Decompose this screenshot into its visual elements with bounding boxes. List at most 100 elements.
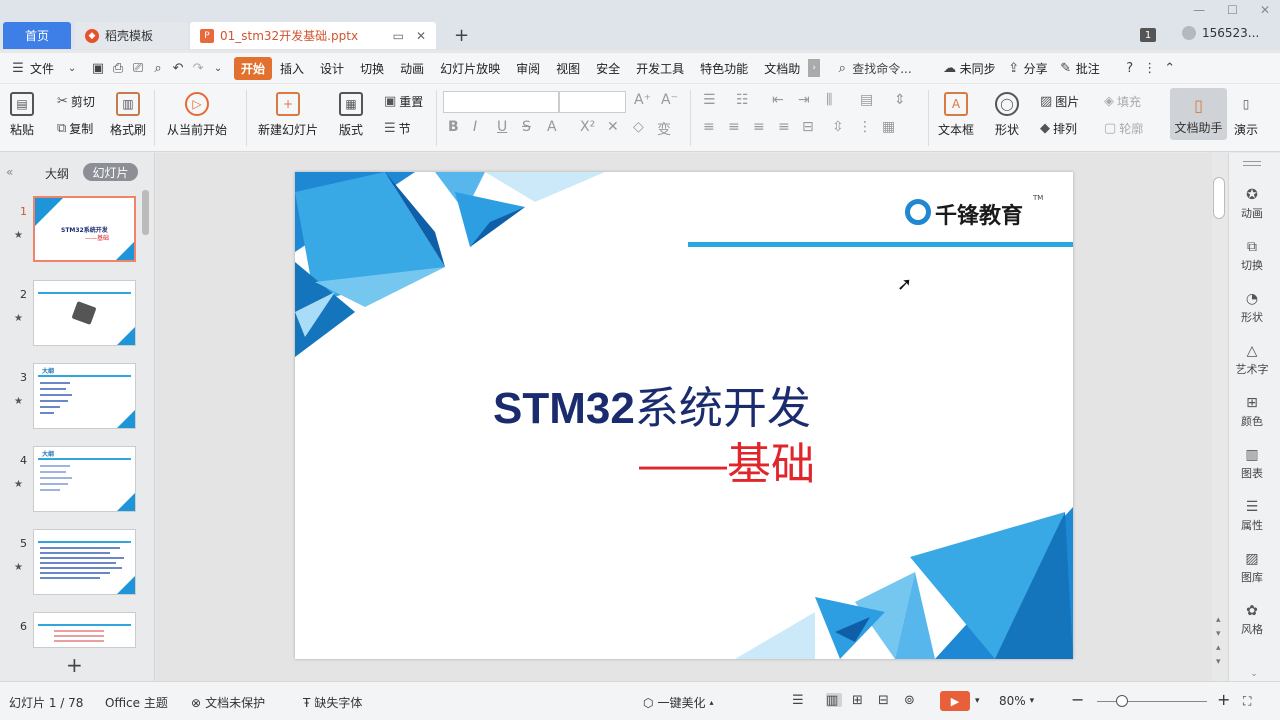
share-button[interactable]: 分享 [1024, 60, 1056, 77]
vertical-align-icon[interactable]: ⇳ [832, 119, 844, 135]
menu-tab[interactable]: 开始 [234, 56, 273, 80]
export-icon[interactable]: ⎙ [108, 61, 128, 76]
numbering-icon[interactable]: ☷ [736, 92, 749, 108]
slide-title[interactable]: STM32系统开发 [493, 372, 811, 436]
shrink-font-icon[interactable]: A⁻ [661, 92, 678, 108]
side-wordart[interactable]: △ 艺术字 [1229, 343, 1275, 377]
comment-button[interactable]: 批注 [1076, 60, 1108, 77]
more-icon[interactable]: ⋮ [1140, 61, 1160, 76]
hamburger-icon[interactable]: ☰ [8, 61, 28, 76]
font-color-icon[interactable]: A [547, 119, 557, 135]
new-slide-button[interactable]: + 新建幻灯片 [258, 92, 318, 138]
decrease-indent-icon[interactable]: ⇤ [772, 92, 784, 108]
scroll-arrows[interactable]: ▴ ▾ ▴ ▾ [1216, 613, 1221, 669]
bold-icon[interactable]: B [448, 119, 459, 135]
textbox-button[interactable]: A 文本框 [938, 92, 974, 138]
slide-subtitle[interactable]: ——基础 [639, 428, 815, 492]
align-right-icon[interactable]: ≡ [753, 119, 765, 135]
save-icon[interactable]: ▣ [88, 61, 108, 76]
columns-icon[interactable]: ▤ [860, 92, 873, 108]
phonetic-icon[interactable]: 变 [657, 119, 671, 139]
reading-view-icon[interactable]: ⊟ [878, 693, 894, 708]
underline-icon[interactable]: U [497, 119, 507, 135]
side-color[interactable]: ⊞ 颜色 [1229, 395, 1275, 429]
zoom-in-icon[interactable]: + [1217, 690, 1230, 709]
picture-button[interactable]: ▨ 图片 [1040, 93, 1079, 110]
present-button[interactable]: ▯ 演示 [1234, 92, 1258, 138]
add-slide-button[interactable]: + [66, 653, 83, 677]
restore-tab-icon[interactable]: ▭ [393, 29, 404, 43]
slide-thumbnail-3[interactable]: 大纲 [33, 363, 136, 429]
menu-tab[interactable]: 文档助 [756, 60, 808, 77]
zoom-slider[interactable] [1097, 701, 1207, 702]
bullets-icon[interactable]: ☰ [703, 92, 716, 108]
close-tab-icon[interactable]: ✕ [416, 29, 426, 43]
tab-home[interactable]: 首页 [3, 22, 71, 49]
command-search[interactable]: 查找命令... [852, 60, 919, 77]
eraser-icon[interactable]: ◇ [633, 119, 644, 135]
minimize-icon[interactable]: — [1193, 3, 1205, 17]
menu-tab[interactable]: 插入 [272, 60, 312, 77]
more-tabs-icon[interactable]: › [808, 59, 821, 77]
chevron-down-icon[interactable]: ⌄ [62, 63, 82, 74]
chevron-down-icon[interactable]: ▾ [975, 696, 980, 706]
canvas-scrollbar[interactable] [1213, 177, 1225, 219]
side-gallery[interactable]: ▨ 图库 [1229, 551, 1275, 585]
outline-button[interactable]: ▢ 轮廓 [1104, 120, 1143, 137]
align-center-icon[interactable]: ≡ [728, 119, 740, 135]
account[interactable]: 156523... [1182, 26, 1259, 40]
side-transition[interactable]: ⧉ 切换 [1229, 239, 1275, 273]
collapse-ribbon-icon[interactable]: ⌃ [1160, 61, 1180, 76]
align-left-icon[interactable]: ≡ [703, 119, 715, 135]
menu-file[interactable]: 文件 [28, 60, 62, 77]
help-icon[interactable]: ? [1120, 61, 1140, 76]
font-size-combo[interactable] [559, 91, 626, 113]
sync-status[interactable]: 未同步 [960, 60, 1004, 77]
tab-template[interactable]: ◆ 稻壳模板 [75, 22, 188, 49]
menu-tab[interactable]: 开发工具 [628, 60, 692, 77]
section-button[interactable]: ☰ 节 [384, 120, 411, 137]
notes-icon[interactable]: ☰ [792, 693, 808, 708]
theme-name[interactable]: Office 主题 [105, 694, 168, 711]
menu-tab[interactable]: 审阅 [508, 60, 548, 77]
presenter-view-icon[interactable]: ⊚ [904, 693, 920, 708]
close-window-icon[interactable]: ✕ [1260, 3, 1270, 17]
thumbnails-scrollbar[interactable] [142, 190, 149, 235]
from-current-button[interactable]: ▷ 从当前开始 [167, 92, 227, 138]
copy-button[interactable]: ⧉ 复制 [57, 120, 93, 137]
print-icon[interactable]: ⎚ [128, 61, 148, 76]
zoom-level[interactable]: 80% ▾ [999, 694, 1034, 708]
menu-tab[interactable]: 设计 [312, 60, 352, 77]
new-tab-button[interactable]: + [454, 25, 469, 46]
line-spacing-icon[interactable]: ⇕ [894, 92, 906, 108]
increase-indent-icon[interactable]: ⇥ [798, 92, 810, 108]
document-protection[interactable]: ⊗ 文档未保护 [191, 694, 265, 711]
slide-thumbnail-6[interactable] [33, 612, 136, 648]
smart-art-icon[interactable]: ▦ [882, 119, 895, 135]
zoom-out-icon[interactable]: − [1071, 690, 1084, 709]
arrange-button[interactable]: ◆ 排列 [1040, 120, 1077, 137]
clear-format-icon[interactable]: ✕ [607, 119, 619, 135]
menu-tab[interactable]: 安全 [588, 60, 628, 77]
font-name-combo[interactable] [443, 91, 559, 113]
zoom-slider-handle[interactable] [1116, 695, 1128, 707]
window-count-badge[interactable]: 1 [1140, 28, 1156, 42]
paste-button[interactable]: ▤ 粘贴 [10, 92, 34, 138]
tab-outline[interactable]: 大纲 [45, 165, 69, 182]
format-painter-button[interactable]: ▥ 格式刷 [110, 92, 146, 138]
play-slideshow-button[interactable]: ▶ [940, 691, 970, 711]
doc-assistant-button[interactable]: ▯ 文档助手 [1170, 88, 1227, 140]
redo-icon[interactable]: ↷ [188, 61, 208, 76]
cut-button[interactable]: ✂ 剪切 [57, 93, 95, 110]
strikethrough-icon[interactable]: S [522, 119, 531, 135]
shape-button[interactable]: ◯ 形状 [995, 92, 1019, 138]
slide-thumbnail-2[interactable] [33, 280, 136, 346]
fill-button[interactable]: ◈ 填充 [1104, 93, 1141, 110]
fit-window-icon[interactable]: ⛶ [1243, 694, 1251, 709]
side-animation[interactable]: ✪ 动画 [1229, 187, 1275, 221]
superscript-icon[interactable]: X² [580, 119, 595, 135]
reset-button[interactable]: ▣ 重置 [384, 93, 423, 110]
collapse-panel-icon[interactable]: « [6, 165, 13, 179]
justify-icon[interactable]: ≡ [778, 119, 790, 135]
slide-thumbnail-5[interactable] [33, 529, 136, 595]
